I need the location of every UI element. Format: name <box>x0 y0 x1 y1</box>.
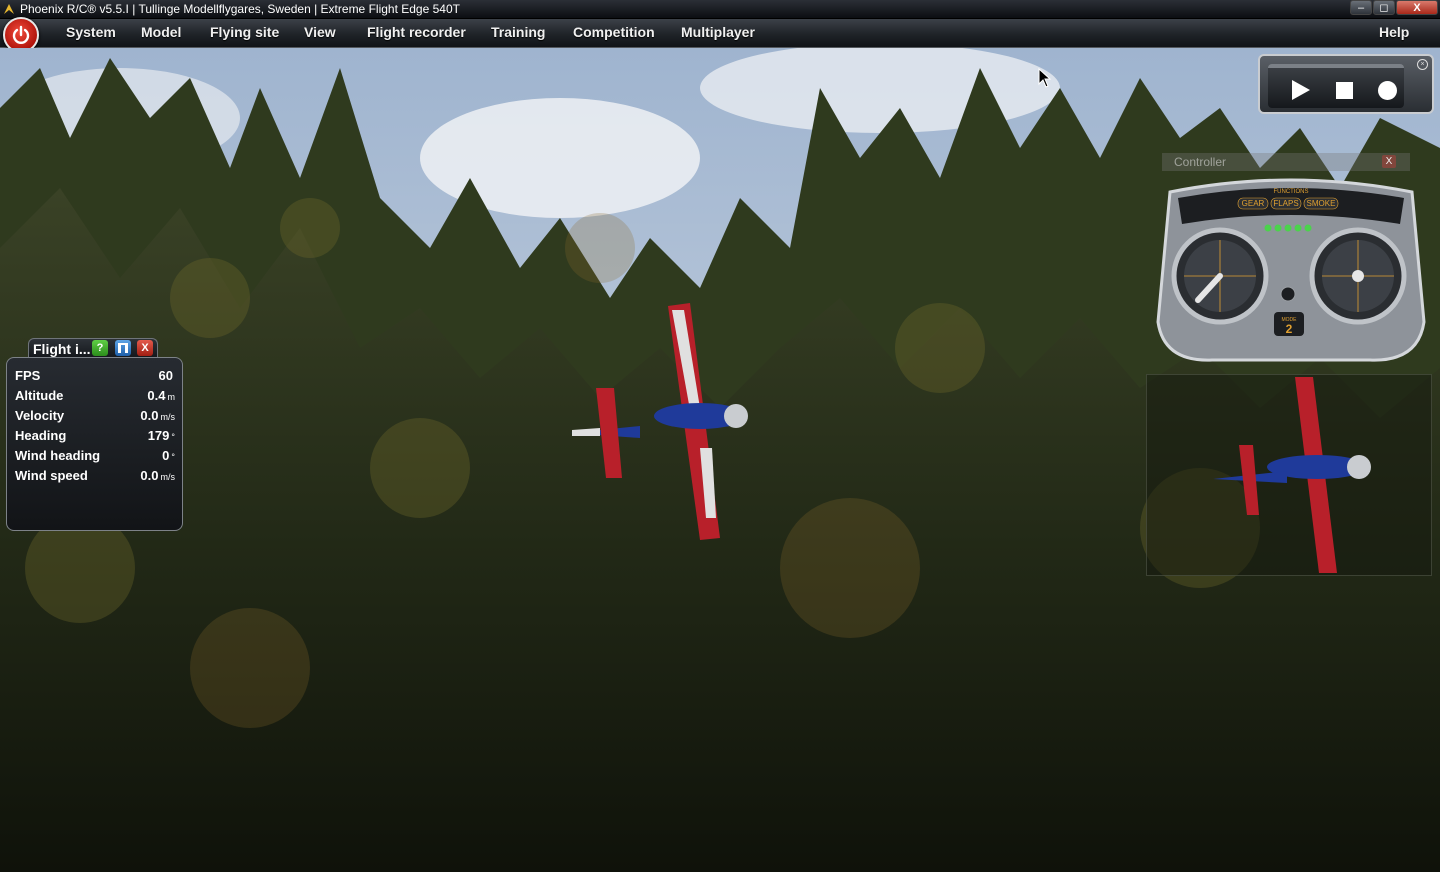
power-icon <box>12 25 30 44</box>
altitude-value: 0.4 m <box>147 388 175 403</box>
fps-value: 60 <box>158 368 173 383</box>
menu-view[interactable]: View <box>304 19 336 46</box>
window-titlebar: Phoenix R/C® v5.5.I | Tullinge Modellfly… <box>0 0 1440 19</box>
controller-panel-title[interactable]: Controller <box>1162 153 1410 171</box>
mode-value: 2 <box>1286 322 1293 336</box>
wind-speed-value: 0.0 m/s <box>140 468 175 483</box>
menu-bar: System Model Flying site View Flight rec… <box>0 17 1440 53</box>
window-title: Phoenix R/C® v5.5.I | Tullinge Modellfly… <box>20 2 460 16</box>
menu-flying-site[interactable]: Flying site <box>210 19 279 46</box>
wind-heading-row: Wind heading 0 ° <box>15 448 175 468</box>
velocity-value: 0.0 m/s <box>140 408 175 423</box>
flight-info-title: Flight i... <box>33 341 91 357</box>
wind-heading-value: 0 ° <box>162 448 175 463</box>
flaps-button[interactable]: FLAPS <box>1273 199 1298 208</box>
altitude-row: Altitude 0.4 m <box>15 388 175 408</box>
menu-training[interactable]: Training <box>491 19 545 46</box>
gear-button[interactable]: GEAR <box>1242 199 1265 208</box>
smoke-button[interactable]: SMOKE <box>1307 199 1336 208</box>
wind-speed-label: Wind speed <box>15 468 88 483</box>
menu-help[interactable]: Help <box>1379 19 1409 46</box>
window-controls: – ◻ X <box>1349 0 1438 17</box>
heading-row: Heading 179 ° <box>15 428 175 448</box>
velocity-label: Velocity <box>15 408 65 423</box>
altitude-label: Altitude <box>15 388 64 403</box>
settings-icon[interactable] <box>115 340 131 356</box>
stop-icon[interactable] <box>1336 82 1353 99</box>
flight-info-tab: Flight i... ? X <box>28 338 158 358</box>
controller-close-button[interactable]: X <box>1382 155 1396 168</box>
menu-multiplayer[interactable]: Multiplayer <box>681 19 755 46</box>
heading-label: Heading <box>15 428 67 443</box>
velocity-row: Velocity 0.0 m/s <box>15 408 175 428</box>
recorder-button-bar <box>1268 64 1404 108</box>
aircraft-preview-panel <box>1146 374 1432 576</box>
menu-competition[interactable]: Competition <box>573 19 655 46</box>
maximize-button[interactable]: ◻ <box>1373 0 1395 15</box>
help-icon[interactable]: ? <box>92 340 108 356</box>
transmitter-graphic: FUNCTIONS GEAR FLAPS SMOKE MODE 2 <box>1156 178 1426 362</box>
close-window-button[interactable]: X <box>1396 0 1438 15</box>
flight-recorder-controls: × <box>1258 54 1434 114</box>
menu-model[interactable]: Model <box>141 19 181 46</box>
record-icon[interactable] <box>1378 81 1397 100</box>
mouse-cursor-icon <box>1038 68 1052 88</box>
flight-info-close-button[interactable]: X <box>137 340 153 356</box>
wind-speed-row: Wind speed 0.0 m/s <box>15 468 175 488</box>
wind-heading-label: Wind heading <box>15 448 101 463</box>
aircraft-preview-icon <box>1213 377 1371 573</box>
phoenix-app-icon <box>4 4 14 14</box>
menu-flight-recorder[interactable]: Flight recorder <box>367 19 466 46</box>
menu-system[interactable]: System <box>66 19 116 46</box>
minimize-button[interactable]: – <box>1350 0 1372 15</box>
play-icon[interactable] <box>1292 80 1310 100</box>
heading-value: 179 ° <box>147 428 175 443</box>
flight-info-panel: FPS 60 Altitude 0.4 m Velocity 0.0 m/s Hea… <box>6 357 183 531</box>
fps-label: FPS <box>15 368 41 383</box>
tools-icon <box>118 343 128 353</box>
fps-row: FPS 60 <box>15 368 175 388</box>
functions-label: FUNCTIONS <box>1274 189 1309 195</box>
recorder-close-icon[interactable]: × <box>1417 59 1428 70</box>
